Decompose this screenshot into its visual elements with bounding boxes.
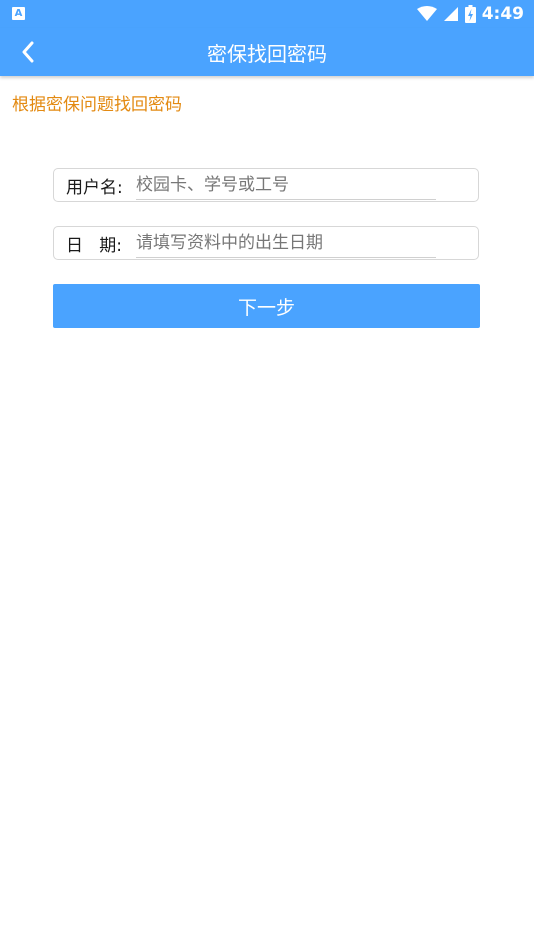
username-input[interactable] bbox=[136, 171, 436, 200]
username-label: 用户名: bbox=[66, 178, 123, 198]
date-field: 日 期: bbox=[53, 226, 479, 260]
status-indicators: 4:49 bbox=[416, 0, 524, 28]
page-subtitle: 根据密保问题找回密码 bbox=[12, 95, 182, 115]
birth-date-input[interactable] bbox=[136, 229, 436, 258]
app-notification-icon: A bbox=[12, 7, 25, 20]
username-field: 用户名: bbox=[53, 168, 479, 202]
status-bar: A 4:49 bbox=[0, 0, 534, 28]
battery-icon bbox=[464, 5, 476, 23]
app-bar: 密保找回密码 bbox=[0, 28, 534, 76]
status-time: 4:49 bbox=[481, 4, 524, 24]
page-title: 密保找回密码 bbox=[207, 42, 327, 66]
next-button[interactable]: 下一步 bbox=[53, 284, 480, 328]
cellular-signal-icon bbox=[443, 7, 458, 21]
wifi-icon bbox=[416, 6, 437, 21]
date-label: 日 期: bbox=[66, 236, 122, 256]
